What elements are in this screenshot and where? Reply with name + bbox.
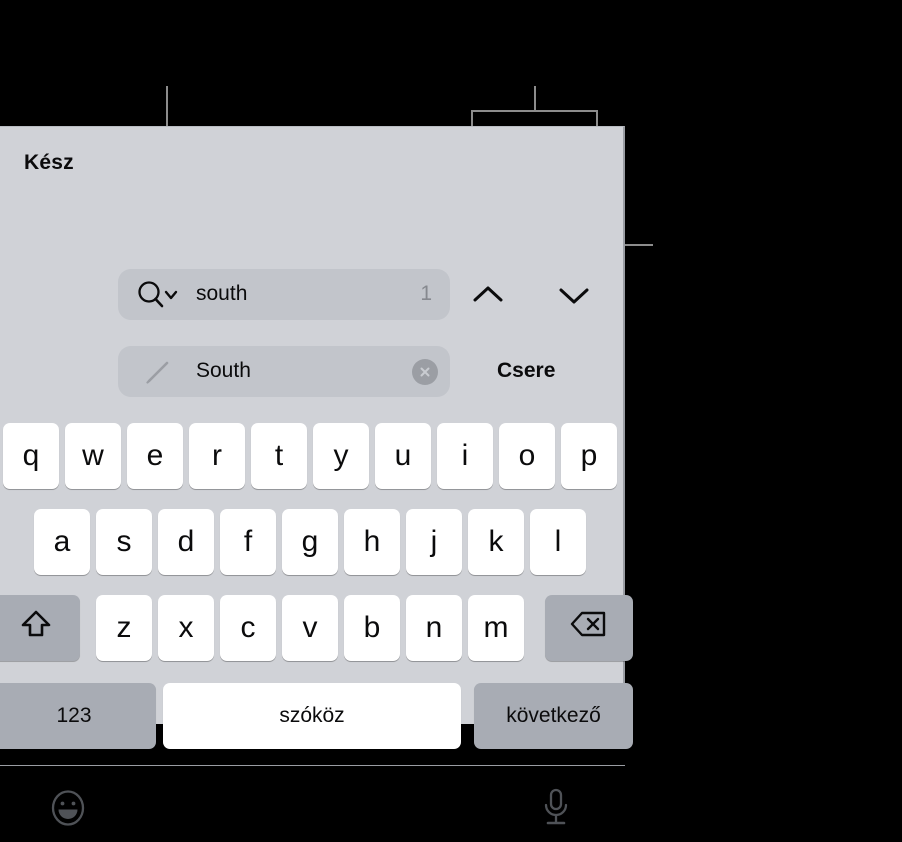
key-i[interactable]: i bbox=[437, 423, 493, 489]
key-u[interactable]: u bbox=[375, 423, 431, 489]
key-d[interactable]: d bbox=[158, 509, 214, 575]
done-button[interactable]: Kész bbox=[24, 151, 74, 175]
emoji-smiley-icon[interactable] bbox=[46, 786, 90, 830]
key-p[interactable]: p bbox=[561, 423, 617, 489]
keyboard-divider bbox=[0, 765, 625, 766]
key-s[interactable]: s bbox=[96, 509, 152, 575]
key-l[interactable]: l bbox=[530, 509, 586, 575]
key-numbers[interactable]: 123 bbox=[0, 683, 156, 749]
pencil-icon bbox=[144, 358, 174, 386]
key-w[interactable]: w bbox=[65, 423, 121, 489]
key-o[interactable]: o bbox=[499, 423, 555, 489]
key-shift[interactable] bbox=[0, 595, 80, 661]
key-x[interactable]: x bbox=[158, 595, 214, 661]
key-m[interactable]: m bbox=[468, 595, 524, 661]
keyboard-row-1: q w e r t y u i o p bbox=[0, 423, 625, 489]
find-input[interactable]: south 1 bbox=[118, 269, 450, 320]
chevron-down-icon[interactable] bbox=[552, 273, 596, 317]
microphone-icon[interactable] bbox=[534, 786, 578, 830]
callout-nav-bracket-top bbox=[471, 110, 598, 112]
keyboard-panel: Kész south 1 South Csere q w e r t y u i… bbox=[0, 126, 633, 826]
key-a[interactable]: a bbox=[34, 509, 90, 575]
replace-input[interactable]: South bbox=[118, 346, 450, 397]
key-c[interactable]: c bbox=[220, 595, 276, 661]
key-backspace[interactable] bbox=[545, 595, 633, 661]
key-h[interactable]: h bbox=[344, 509, 400, 575]
delete-left-icon bbox=[569, 609, 609, 647]
key-e[interactable]: e bbox=[127, 423, 183, 489]
key-t[interactable]: t bbox=[251, 423, 307, 489]
keyboard-row-3: z x c v b n m bbox=[0, 595, 633, 661]
key-space[interactable]: szóköz bbox=[163, 683, 461, 749]
key-v[interactable]: v bbox=[282, 595, 338, 661]
replace-button[interactable]: Csere bbox=[497, 359, 555, 383]
key-b[interactable]: b bbox=[344, 595, 400, 661]
keyboard-utility-row bbox=[0, 772, 625, 842]
chevron-up-icon[interactable] bbox=[466, 273, 510, 317]
find-match-count: 1 bbox=[420, 282, 432, 305]
callout-nav-bracket-left bbox=[471, 110, 473, 127]
key-r[interactable]: r bbox=[189, 423, 245, 489]
keyboard-row-4: 123 szóköz következő bbox=[0, 683, 633, 749]
key-k[interactable]: k bbox=[468, 509, 524, 575]
search-icon[interactable] bbox=[136, 280, 184, 310]
key-f[interactable]: f bbox=[220, 509, 276, 575]
key-j[interactable]: j bbox=[406, 509, 462, 575]
replace-input-value: South bbox=[196, 359, 251, 382]
key-z[interactable]: z bbox=[96, 595, 152, 661]
key-q[interactable]: q bbox=[3, 423, 59, 489]
key-y[interactable]: y bbox=[313, 423, 369, 489]
key-g[interactable]: g bbox=[282, 509, 338, 575]
find-replace-bar: Kész bbox=[0, 127, 625, 207]
key-next[interactable]: következő bbox=[474, 683, 633, 749]
key-n[interactable]: n bbox=[406, 595, 462, 661]
callout-nav-bracket-right bbox=[596, 110, 598, 127]
callout-nav-bracket-stem bbox=[534, 86, 536, 112]
keyboard-row-2: a s d f g h j k l bbox=[0, 509, 625, 575]
shift-arrow-icon bbox=[19, 607, 53, 649]
find-input-value: south bbox=[196, 282, 248, 305]
close-circle-icon[interactable] bbox=[412, 359, 438, 385]
